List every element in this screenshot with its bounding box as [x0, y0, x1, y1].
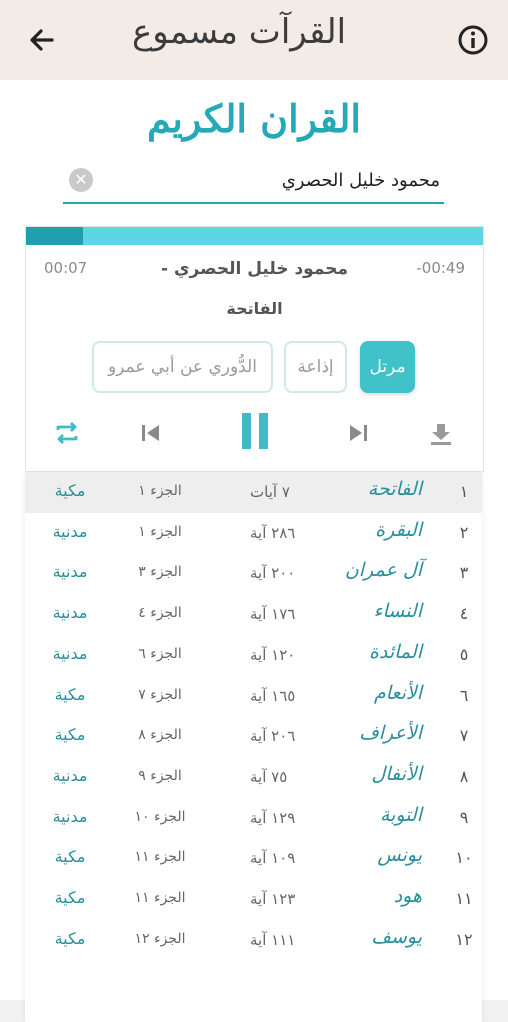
surah-row[interactable]: ٤ النساء ١٧٦ آية الجزء ٤ مدنية — [25, 594, 482, 635]
surah-ayat-count: ١٢٣ آية — [250, 890, 296, 908]
surah-juz: الجزء ١١ — [134, 890, 186, 906]
surah-number: ٨ — [459, 766, 469, 786]
elapsed-time: 00:07 — [44, 259, 88, 277]
surah-revelation-type: مدنية — [52, 765, 88, 785]
surah-ayat-count: ١٢٩ آية — [250, 808, 296, 827]
arrow-left-icon[interactable] — [24, 22, 60, 58]
surah-juz: الجزء ١ — [138, 483, 182, 499]
skip-next-icon[interactable] — [347, 422, 369, 444]
surah-ayat-count: ١٠٩ آية — [250, 849, 296, 868]
broadcast-chip[interactable]: إذاعة — [284, 341, 347, 393]
surah-revelation-type: مدنية — [52, 521, 88, 541]
surah-ayat-count: ٢٠٠ آية — [250, 564, 296, 583]
surah-number: ٥ — [459, 644, 469, 664]
surah-revelation-type: مكية — [54, 481, 86, 500]
surah-juz: الجزء ٩ — [138, 767, 182, 784]
surah-juz: الجزء ٨ — [138, 727, 182, 744]
surah-number: ٤ — [459, 604, 469, 624]
surah-number: ١ — [459, 482, 469, 501]
skip-previous-icon[interactable] — [140, 422, 162, 444]
murattal-chip[interactable]: مرتل — [360, 341, 415, 393]
surah-revelation-type: مكية — [54, 847, 86, 867]
surah-row[interactable]: ٩ التوبة ١٢٩ آية الجزء ١٠ مدنية — [25, 798, 482, 839]
surah-row[interactable]: ٣ آل عمران ٢٠٠ آية الجزء ٣ مدنية — [25, 553, 482, 594]
surah-ayat-count: ٢٨٦ آية — [250, 523, 296, 542]
surah-revelation-type: مدنية — [52, 643, 88, 663]
surah-row[interactable]: ١٠ يونس ١٠٩ آية الجزء ١١ مكية — [25, 838, 482, 879]
surah-row[interactable]: ٢ البقرة ٢٨٦ آية الجزء ١ مدنية — [25, 513, 482, 554]
surah-row[interactable]: ١٢ يوسف ١١١ آية الجزء ١٢ مكية — [25, 920, 482, 961]
surah-juz: الجزء ١١ — [134, 849, 186, 866]
surah-revelation-type: مدنية — [52, 603, 88, 623]
surah-juz: الجزء ١٠ — [134, 808, 186, 825]
main-content: القران الكريم ✕ 00:07 -00:49 محمود خليل … — [0, 80, 508, 1022]
surah-number: ١٢ — [455, 929, 473, 949]
pause-icon[interactable] — [240, 411, 270, 451]
info-icon[interactable] — [455, 22, 491, 58]
repeat-icon[interactable] — [53, 419, 81, 447]
surah-row[interactable]: ٨ الأنفال ٧٥ آية الجزء ٩ مدنية — [25, 757, 482, 798]
surah-ayat-count: ١٢٠ آية — [250, 645, 296, 664]
riwaya-chip-doori[interactable]: الدُّوري عن أبي عمرو — [92, 341, 273, 393]
surah-revelation-type: مكية — [54, 928, 86, 948]
surah-ayat-count: ١٦٥ آية — [250, 686, 296, 705]
surah-number: ٢ — [459, 522, 469, 542]
surah-ayat-count: ١٧٦ آية — [250, 605, 296, 624]
surah-revelation-type: مكية — [54, 725, 86, 745]
remaining-time: -00:49 — [416, 259, 465, 277]
track-artist: محمود خليل الحصري - — [160, 259, 349, 279]
surah-ayat-count: ٧ آيات — [250, 483, 290, 501]
surah-number: ٩ — [459, 807, 469, 827]
surah-number: ١١ — [455, 889, 473, 908]
download-icon[interactable] — [428, 421, 454, 447]
surah-ayat-count: ٢٠٦ آية — [250, 727, 296, 746]
surah-row[interactable]: ٥ المائدة ١٢٠ آية الجزء ٦ مدنية — [25, 635, 482, 676]
track-surah: الفاتحة — [226, 299, 283, 318]
reciter-search-field: ✕ — [63, 160, 444, 204]
surah-row[interactable]: ٧ الأعراف ٢٠٦ آية الجزء ٨ مكية — [25, 716, 482, 757]
surah-juz: الجزء ٧ — [138, 686, 182, 703]
audio-player: 00:07 -00:49 محمود خليل الحصري - الفاتحة… — [25, 226, 484, 472]
surah-ayat-count: ٧٥ آية — [250, 767, 288, 786]
surah-list: ١ الفاتحة ٧ آيات الجزء ١ مكية ٢ البقرة ٢٨٦ آية ا… — [25, 472, 482, 1022]
surah-row[interactable]: ١ الفاتحة ٧ آيات الجزء ١ مكية — [25, 472, 482, 513]
surah-number: ٣ — [459, 563, 469, 583]
surah-number: ٦ — [459, 685, 469, 705]
app-title: القرآت مسموع — [131, 12, 347, 52]
surah-ayat-count: ١١١ آية — [250, 930, 296, 949]
progress-bar[interactable] — [26, 227, 483, 245]
surah-juz: الجزء ٦ — [138, 645, 182, 662]
surah-revelation-type: مدنية — [52, 806, 88, 826]
surah-row[interactable]: ١١ هود ١٢٣ آية الجزء ١١ مكية — [25, 879, 482, 920]
surah-juz: الجزء ٤ — [138, 605, 182, 622]
surah-juz: الجزء ١ — [138, 523, 182, 540]
surah-number: ١٠ — [455, 848, 473, 868]
app-bar: القرآت مسموع — [0, 0, 508, 80]
clear-circle-icon[interactable]: ✕ — [69, 168, 93, 192]
surah-revelation-type: مدنية — [52, 562, 88, 582]
surah-juz: الجزء ١٢ — [134, 930, 186, 947]
surah-row[interactable]: ٦ الأنعام ١٦٥ آية الجزء ٧ مكية — [25, 676, 482, 717]
surah-revelation-type: مكية — [54, 684, 86, 704]
surah-number: ٧ — [459, 726, 469, 746]
surah-juz: الجزء ٣ — [138, 564, 182, 581]
surah-revelation-type: مكية — [54, 888, 86, 907]
progress-fill — [26, 227, 84, 245]
page-title: القران الكريم — [147, 96, 361, 141]
reciter-input[interactable] — [103, 164, 444, 196]
